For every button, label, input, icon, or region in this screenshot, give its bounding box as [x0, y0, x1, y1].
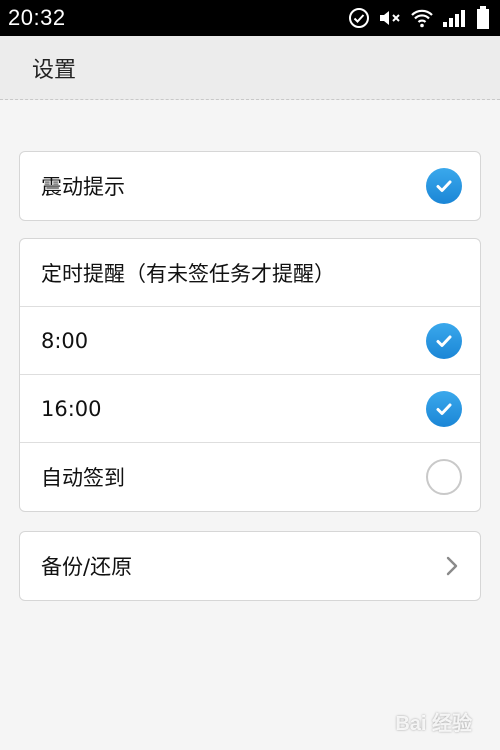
auto-checkin-row[interactable]: 自动签到 — [20, 443, 480, 511]
reminder-time-label: 16:00 — [41, 396, 102, 421]
checkmark-icon — [436, 403, 452, 415]
vibration-checkbox[interactable] — [426, 168, 462, 204]
reminder-4pm-checkbox[interactable] — [426, 390, 462, 427]
vibration-label: 震动提示 — [41, 175, 125, 199]
status-time: 20:32 — [8, 5, 66, 30]
wifi-icon — [410, 7, 434, 29]
reminder-header: 定时提醒（有未签任务才提醒） — [41, 261, 335, 286]
checkmark-icon — [436, 335, 452, 347]
auto-checkin-checkbox[interactable] — [426, 459, 462, 495]
backup-restore-row[interactable]: 备份/还原 — [20, 532, 480, 600]
vibration-toggle-row[interactable]: 震动提示 — [20, 152, 480, 220]
reminder-8am-checkbox[interactable] — [426, 322, 462, 359]
reminder-row-4pm[interactable]: 16:00 — [20, 375, 480, 443]
page-title: 设置 — [32, 57, 77, 83]
check-circle-icon — [348, 7, 370, 29]
reminder-time-label: 8:00 — [41, 328, 89, 353]
vibration-card: 震动提示 — [19, 151, 481, 221]
backup-restore-label: 备份/还原 — [41, 555, 133, 579]
auto-checkin-label: 自动签到 — [41, 466, 125, 490]
status-icons — [348, 6, 490, 30]
chevron-right-icon — [442, 556, 462, 576]
reminder-card: 定时提醒（有未签任务才提醒） 8:00 16:00 自动签到 — [19, 238, 481, 512]
status-bar: 20:32 — [0, 0, 500, 36]
watermark: Bai 经验 — [395, 713, 472, 735]
reminder-row-8am[interactable]: 8:00 — [20, 307, 480, 375]
reminder-header-row: 定时提醒（有未签任务才提醒） — [20, 239, 480, 307]
backup-card: 备份/还原 — [19, 531, 481, 601]
battery-icon — [476, 6, 490, 30]
checkmark-icon — [436, 180, 452, 192]
mute-icon — [378, 7, 402, 29]
title-bar: 设置 — [0, 36, 500, 100]
signal-icon — [442, 7, 468, 29]
